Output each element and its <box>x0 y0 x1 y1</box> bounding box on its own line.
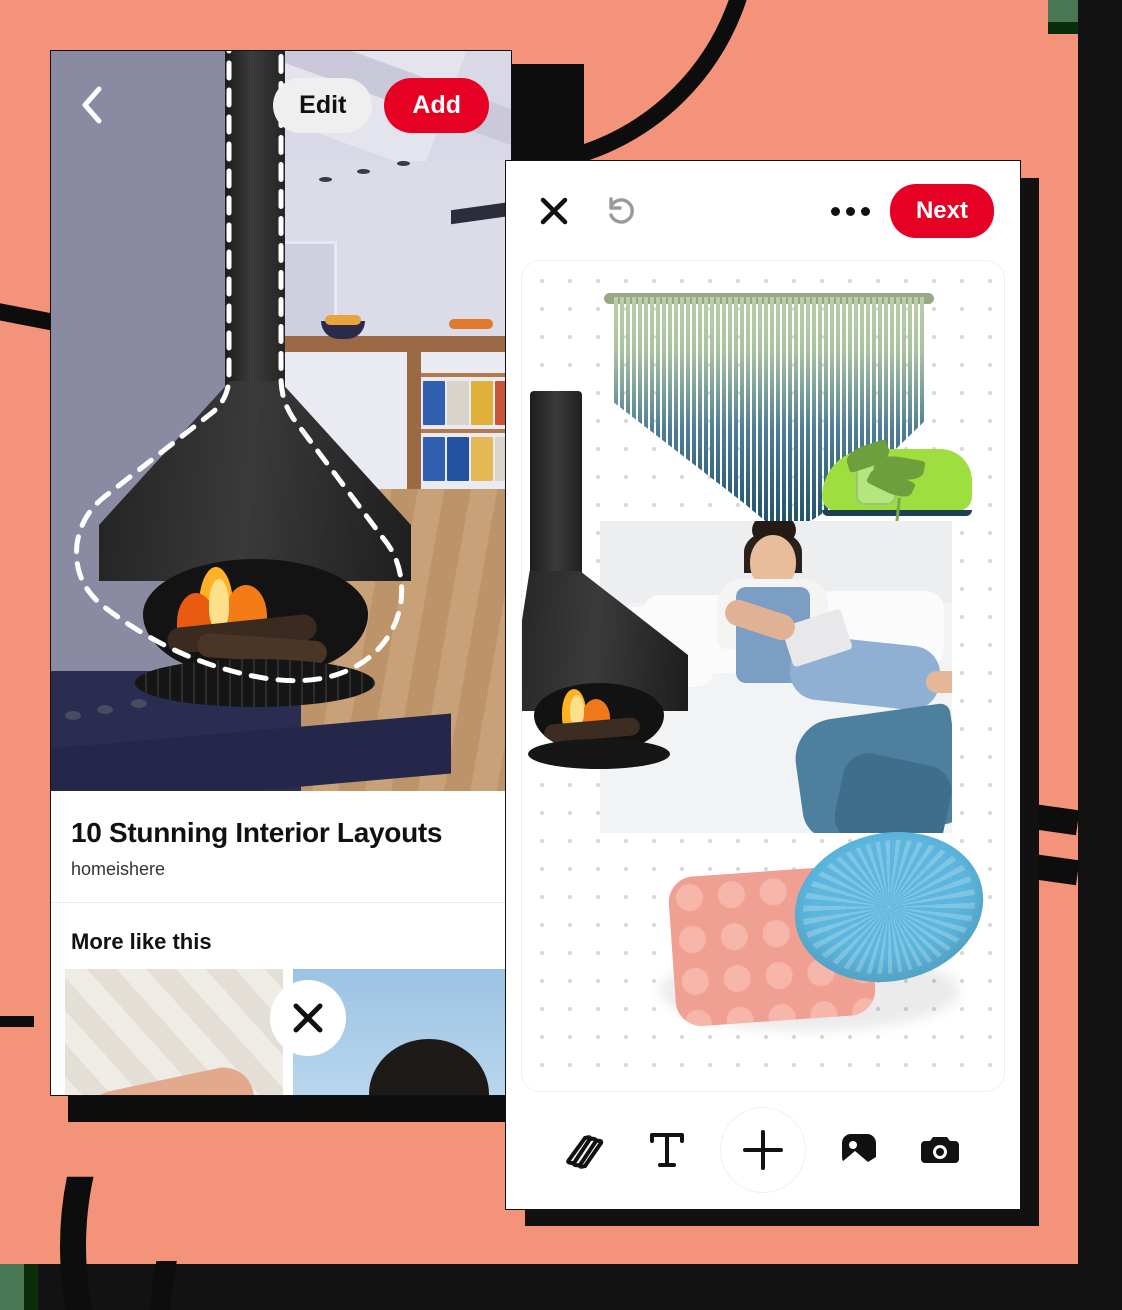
gallery-tool-button[interactable] <box>831 1122 887 1178</box>
text-tool-button[interactable] <box>639 1122 695 1178</box>
flame-core <box>570 695 584 725</box>
scribble-icon <box>566 1135 604 1169</box>
collage-editor-topbar-right: Next <box>830 184 994 238</box>
dot <box>97 705 113 714</box>
counter-top <box>261 336 511 352</box>
cutout-fireplace-grate <box>528 739 670 769</box>
collage-editor-toolbar <box>506 1091 1020 1209</box>
pin-detail-topbar: Edit Add <box>51 51 511 159</box>
background-green-accent-bottom-left-shadow <box>24 1264 38 1310</box>
text-icon <box>650 1133 685 1167</box>
shelf-item <box>423 437 445 481</box>
close-icon <box>293 1003 323 1033</box>
island-wood-leg <box>407 349 421 489</box>
shelf-item <box>471 381 493 425</box>
edit-button[interactable]: Edit <box>273 77 373 133</box>
close-button[interactable] <box>532 189 576 233</box>
pin-title: 10 Stunning Interior Layouts <box>71 817 443 848</box>
shelf-item <box>423 381 445 425</box>
back-button[interactable] <box>73 86 111 124</box>
island-shelf-lower <box>421 429 511 433</box>
ceiling-light <box>397 161 410 166</box>
draw-tool-button[interactable] <box>558 1122 614 1178</box>
collage-editor-topbar: Next <box>506 161 1020 261</box>
collage-canvas[interactable] <box>522 261 1004 1091</box>
close-icon <box>540 197 568 225</box>
pin-hero-image: Edit Add <box>51 51 511 791</box>
collage-editor-card: Next <box>505 160 1021 1210</box>
pin-detail-actions: Edit Add <box>273 77 489 133</box>
floor-reflection-dots <box>61 699 181 725</box>
plus-icon <box>742 1130 783 1170</box>
undo-button[interactable] <box>598 189 642 233</box>
pin-author[interactable]: homeishere <box>71 859 491 880</box>
dot <box>65 711 81 720</box>
overflow-menu-button[interactable] <box>830 206 870 216</box>
image-icon <box>841 1134 876 1166</box>
camera-tool-button[interactable] <box>912 1122 968 1178</box>
add-button[interactable]: Add <box>384 77 489 133</box>
more-horizontal-icon <box>830 206 840 216</box>
ceiling-light <box>319 177 332 182</box>
shelf-item <box>471 437 493 481</box>
more-horizontal-icon <box>860 206 870 216</box>
fruit <box>449 319 493 329</box>
chevron-left-icon <box>82 86 102 124</box>
background-right-dark-strip <box>1078 0 1122 1310</box>
woman-foot <box>926 671 952 693</box>
ceiling-light <box>357 169 370 174</box>
cutout-fireplace-flue[interactable] <box>530 391 582 601</box>
decorative-dash-left-lower <box>0 1016 34 1027</box>
undo-icon <box>609 197 634 224</box>
camera-icon <box>920 1137 959 1163</box>
shelf-item <box>447 381 469 425</box>
add-element-button[interactable] <box>719 1107 806 1193</box>
more-like-this-heading: More like this <box>71 929 212 954</box>
more-horizontal-icon <box>845 206 855 216</box>
island-shelf-upper <box>421 373 511 377</box>
close-overlay-button[interactable] <box>270 980 346 1056</box>
background-green-accent-top-right-shadow <box>1048 22 1078 34</box>
next-button[interactable]: Next <box>889 184 994 238</box>
pin-detail-card: Edit Add 10 Stunning Interior Layouts ho… <box>50 50 512 1096</box>
screenshot-stage: Edit Add 10 Stunning Interior Layouts ho… <box>0 0 1122 1310</box>
flame-core <box>209 579 229 629</box>
related-pin-thumbnail[interactable] <box>65 969 283 1095</box>
fruit <box>325 315 361 325</box>
pin-meta: 10 Stunning Interior Layouts homeishere <box>51 791 511 903</box>
dot <box>131 699 147 708</box>
shelf-item <box>447 437 469 481</box>
